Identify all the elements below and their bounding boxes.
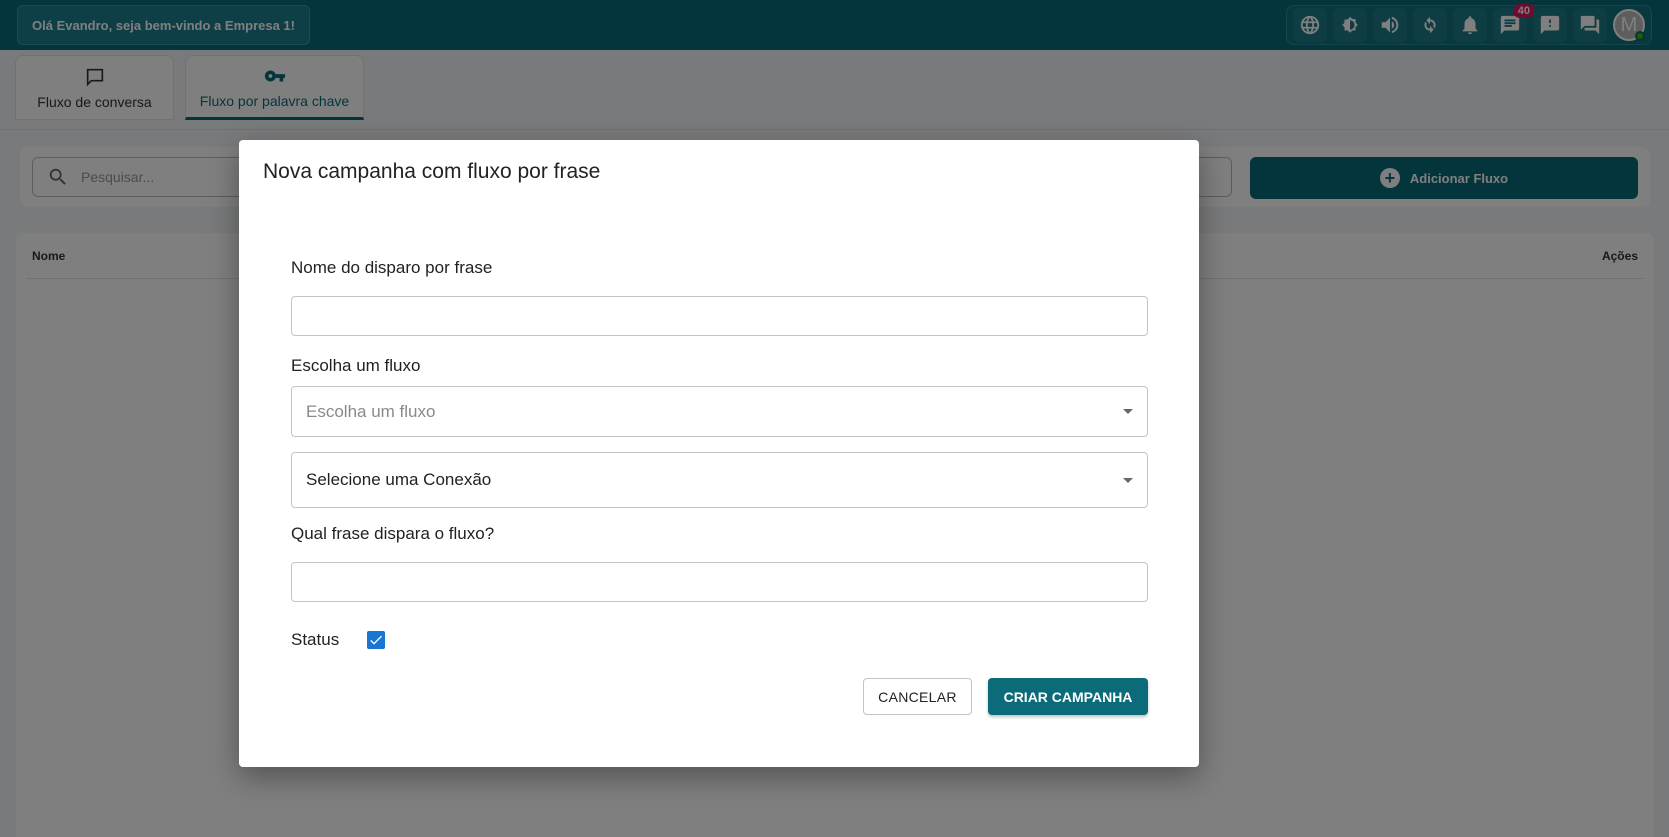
connection-select-value: Selecione uma Conexão xyxy=(306,470,492,489)
name-label: Nome do disparo por frase xyxy=(291,258,493,277)
dropdown-arrow-icon xyxy=(1123,477,1133,483)
connection-select[interactable]: Selecione uma Conexão xyxy=(291,452,1148,508)
name-input[interactable] xyxy=(291,296,1148,336)
phrase-label: Qual frase dispara o fluxo? xyxy=(291,524,495,543)
create-campaign-button[interactable]: CRIAR CAMPANHA xyxy=(988,678,1148,715)
phrase-input[interactable] xyxy=(291,562,1148,602)
flow-label: Escolha um fluxo xyxy=(291,356,421,375)
status-label: Status xyxy=(291,630,340,649)
status-checkbox[interactable] xyxy=(367,631,386,649)
check-icon xyxy=(370,635,383,645)
dialog-title: Nova campanha com fluxo por frase xyxy=(263,160,601,183)
status-row: Status xyxy=(291,630,386,650)
flow-select[interactable]: Escolha um fluxo xyxy=(291,386,1148,437)
cancel-button[interactable]: CANCELAR xyxy=(863,678,972,715)
flow-select-placeholder: Escolha um fluxo xyxy=(306,401,436,421)
dropdown-arrow-icon xyxy=(1123,409,1133,414)
new-campaign-dialog: Nova campanha com fluxo por frase Nome d… xyxy=(239,140,1199,767)
